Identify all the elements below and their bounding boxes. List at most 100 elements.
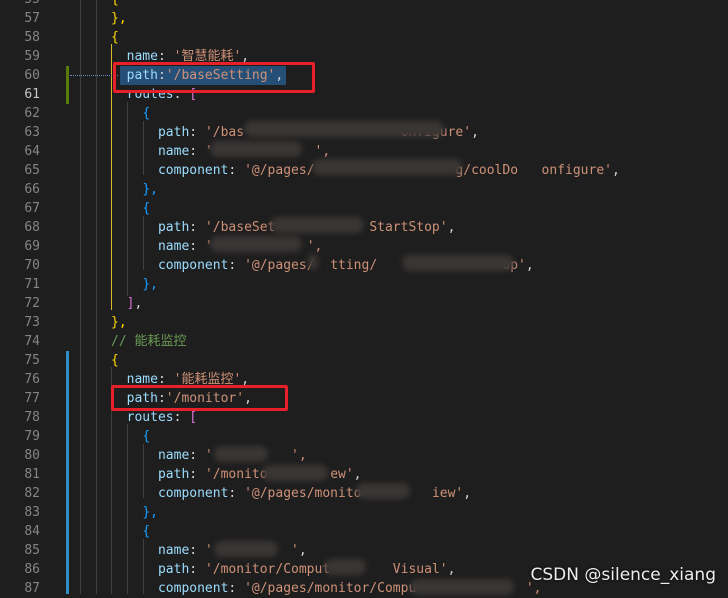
code-line[interactable]: 68 path: '/baseSet StartStop', — [0, 218, 728, 237]
code-token: component — [157, 258, 229, 273]
code-token: { — [142, 429, 151, 444]
line-number: 57 — [24, 11, 40, 26]
redaction-blur — [214, 541, 278, 557]
code-text: { — [111, 0, 119, 9]
code-line[interactable]: 83 }, — [0, 503, 728, 522]
line-number: 74 — [24, 334, 40, 349]
code-token: component — [157, 163, 229, 178]
line-number: 64 — [24, 144, 40, 159]
code-text: { — [111, 427, 150, 446]
code-text: // 能耗监控 — [111, 332, 186, 351]
code-line[interactable]: 69 name: ' ', — [0, 237, 728, 256]
code-line[interactable]: 81 path: '/monito ew', — [0, 465, 728, 484]
code-line[interactable]: 85 name: ' ', — [0, 541, 728, 560]
code-editor[interactable]: 55›{57},58{59 name: '智慧能耗',60 path:'/bas… — [0, 0, 728, 596]
code-token: path — [157, 562, 190, 577]
code-token: : — [189, 562, 205, 577]
code-text: }, — [111, 313, 127, 332]
line-number: 82 — [24, 486, 40, 501]
line-number: 73 — [24, 315, 40, 330]
redaction-blur — [402, 255, 514, 271]
code-token: : — [228, 163, 245, 178]
code-token: { — [111, 0, 119, 7]
code-line[interactable]: 79 { — [0, 427, 728, 446]
code-text: path: '/monitor/Comput Visual', — [111, 560, 455, 579]
code-token: '/monitor/Comput — [204, 562, 331, 577]
code-token: , — [298, 543, 307, 558]
line-number: 83 — [24, 505, 40, 520]
code-line[interactable]: 66 }, — [0, 180, 728, 199]
line-number: 86 — [24, 562, 40, 577]
code-token: '/bas — [204, 125, 245, 140]
code-text: { — [111, 199, 150, 218]
code-token: tting/ — [330, 258, 378, 273]
code-line[interactable]: 75 { — [0, 351, 728, 370]
code-line[interactable]: 73}, — [0, 313, 728, 332]
code-token: component — [157, 486, 229, 501]
code-line[interactable]: 67 { — [0, 199, 728, 218]
code-token: path — [157, 220, 190, 235]
code-line[interactable]: 70 component: '@/pages/ tting/ op', — [0, 256, 728, 275]
code-token: Visual' — [392, 562, 448, 577]
code-token: : — [189, 543, 205, 558]
redaction-blur — [308, 254, 318, 270]
code-line[interactable]: 61 routes: [ — [0, 85, 728, 104]
line-number: 78 — [24, 410, 40, 425]
code-token: ', — [306, 239, 323, 254]
code-line[interactable]: 71 }, — [0, 275, 728, 294]
code-text: name: ' ', — [111, 446, 307, 465]
code-line[interactable]: 60 path:'/baseSetting', — [0, 66, 728, 85]
code-token: , — [471, 125, 479, 140]
code-line[interactable]: 78 routes: [ — [0, 408, 728, 427]
code-line[interactable]: 80 name: ' ', — [0, 446, 728, 465]
line-number: 60 — [24, 68, 40, 83]
code-line[interactable]: 57}, — [0, 9, 728, 28]
code-token: }, — [111, 11, 127, 26]
code-token: '@/pages/ — [244, 258, 315, 273]
code-token: { — [142, 524, 151, 539]
redaction-blur — [244, 121, 444, 137]
line-number: 79 — [24, 429, 40, 444]
code-token: name — [157, 144, 190, 159]
code-token: // 能耗监控 — [111, 334, 187, 349]
code-line[interactable]: 76 name: '能耗监控', — [0, 370, 728, 389]
code-line[interactable]: 77 path:'/monitor', — [0, 389, 728, 408]
code-text: { — [111, 351, 119, 370]
code-token: iew' — [431, 486, 464, 501]
code-token: path — [157, 125, 190, 140]
code-token: onfigure' — [541, 163, 612, 178]
code-token: }, — [142, 505, 158, 520]
line-number: 65 — [24, 163, 40, 178]
code-line[interactable]: 58 { — [0, 28, 728, 47]
line-number: 55 — [0, 0, 40, 9]
code-line[interactable]: 84 { — [0, 522, 728, 541]
highlight-box-basesetting — [113, 62, 315, 93]
code-line[interactable]: 72 ], — [0, 294, 728, 313]
code-token: : — [189, 125, 205, 140]
chevron-right-icon[interactable]: › — [48, 0, 55, 5]
code-text: }, — [111, 275, 158, 294]
code-token: , — [447, 220, 456, 235]
redaction-blur — [210, 141, 302, 157]
code-token: }, — [111, 315, 127, 330]
code-line[interactable]: 59 name: '智慧能耗', — [0, 47, 728, 66]
code-line[interactable]: 55 › { — [0, 0, 728, 9]
code-token: name — [157, 239, 190, 254]
code-line[interactable]: 74 // 能耗监控 — [0, 332, 728, 351]
line-number: 76 — [24, 372, 40, 387]
line-number: 62 — [24, 106, 40, 121]
redaction-blur — [210, 236, 302, 252]
